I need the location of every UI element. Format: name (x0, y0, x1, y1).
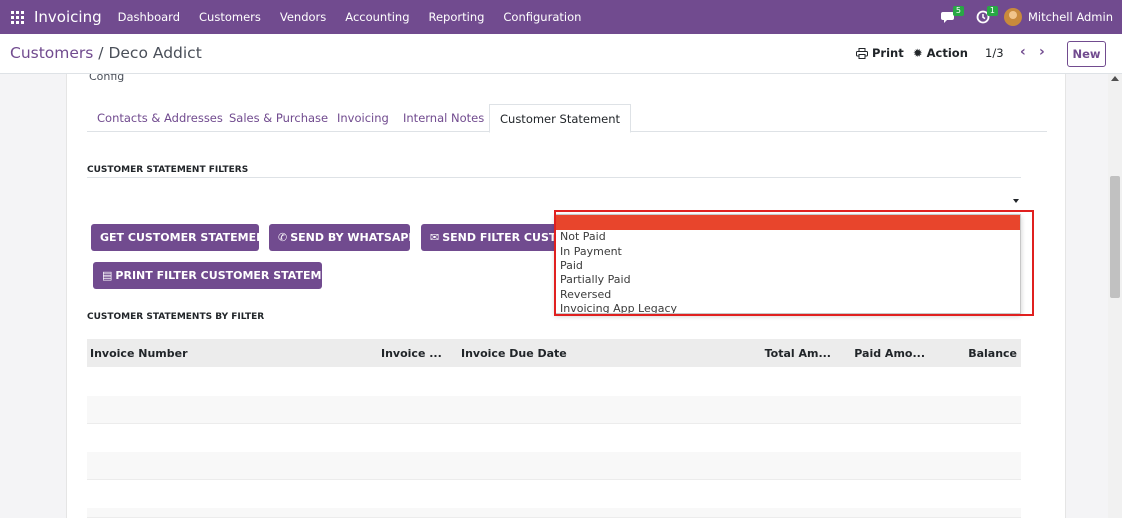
statement-table-header: Invoice Number Invoice ... Invoice Due D… (87, 339, 1021, 367)
send-filter-statement-label: SEND FILTER CUSTOMER STATEMENT (442, 231, 561, 244)
scroll-up-arrow-icon[interactable] (1111, 76, 1119, 81)
send-by-whatsapp-button[interactable]: ✆ SEND BY WHATSAPP (269, 224, 410, 251)
filter-select-caret-icon[interactable] (1013, 199, 1019, 203)
action-label: Action (926, 46, 968, 60)
tab-contacts-addresses[interactable]: Contacts & Addresses (87, 104, 233, 132)
column-invoice-date[interactable]: Invoice ... (381, 339, 442, 367)
whatsapp-icon: ✆ (278, 231, 288, 244)
page-scrollbar[interactable] (1108, 74, 1122, 518)
filters-section-title: CUSTOMER STATEMENT FILTERS (87, 165, 249, 175)
file-pdf-icon: ▤ (102, 269, 113, 282)
table-row (87, 396, 1021, 424)
pager-value[interactable]: 1/3 (985, 46, 1004, 60)
activities-button[interactable]: 1 (970, 0, 998, 34)
messages-count-badge: 5 (952, 6, 964, 16)
print-filter-statement-button[interactable]: ▤ PRINT FILTER CUSTOMER STATEMENT (93, 262, 322, 289)
send-by-whatsapp-label: SEND BY WHATSAPP (290, 231, 410, 244)
messages-button[interactable]: 5 (936, 0, 964, 34)
menu-dashboard[interactable]: Dashboard (118, 10, 180, 24)
action-button[interactable]: ✹ Action (913, 46, 968, 60)
tab-internal-notes[interactable]: Internal Notes (393, 104, 494, 132)
by-filter-section-title: CUSTOMER STATEMENTS BY FILTER (87, 312, 265, 322)
column-total-amount[interactable]: Total Am... (749, 339, 831, 367)
config-text: Config (89, 74, 125, 83)
print-button[interactable]: Print (856, 46, 904, 60)
column-invoice-number[interactable]: Invoice Number (90, 339, 188, 367)
notebook-tabs: Contacts & Addresses Sales & Purchase In… (87, 104, 1047, 133)
app-brand[interactable]: Invoicing (34, 8, 102, 26)
table-row (87, 508, 1021, 518)
user-avatar[interactable] (1003, 8, 1022, 26)
menu-reporting[interactable]: Reporting (429, 10, 485, 24)
activities-count-badge: 1 (986, 6, 998, 16)
user-name[interactable]: Mitchell Admin (1028, 10, 1113, 24)
menu-accounting[interactable]: Accounting (345, 10, 409, 24)
menu-configuration[interactable]: Configuration (503, 10, 581, 24)
control-panel: Customers / Deco Addict Print ✹ Action 1… (0, 34, 1122, 74)
breadcrumb: Customers / Deco Addict (10, 44, 202, 62)
pager-next-icon[interactable]: › (1039, 44, 1045, 60)
column-balance[interactable]: Balance (937, 339, 1017, 367)
menu-customers[interactable]: Customers (199, 10, 261, 24)
breadcrumb-customers[interactable]: Customers (10, 44, 93, 62)
column-paid-amount[interactable]: Paid Amo... (847, 339, 925, 367)
scrollbar-thumb[interactable] (1110, 176, 1120, 298)
top-navbar: Invoicing Dashboard Customers Vendors Ac… (0, 0, 1122, 34)
send-filter-statement-button[interactable]: ✉ SEND FILTER CUSTOMER STATEMENT (421, 224, 561, 251)
highlight-frame (554, 210, 1034, 316)
gear-icon: ✹ (913, 46, 923, 60)
column-invoice-due-date[interactable]: Invoice Due Date (461, 339, 567, 367)
tab-invoicing[interactable]: Invoicing (327, 104, 399, 132)
printer-icon (856, 47, 868, 59)
print-label: Print (872, 46, 904, 60)
breadcrumb-separator: / (93, 44, 109, 62)
filters-divider (87, 177, 1021, 178)
table-row (87, 452, 1021, 480)
print-filter-statement-label: PRINT FILTER CUSTOMER STATEMENT (115, 269, 322, 282)
breadcrumb-current: Deco Addict (108, 44, 202, 62)
new-button[interactable]: New (1067, 41, 1106, 67)
apps-menu-icon[interactable] (0, 0, 34, 34)
tab-customer-statement[interactable]: Customer Statement (489, 104, 632, 133)
menu-vendors[interactable]: Vendors (280, 10, 326, 24)
pager-previous-icon[interactable]: ‹ (1020, 44, 1026, 60)
get-customer-statement-button[interactable]: GET CUSTOMER STATEMENT (91, 224, 259, 251)
envelope-icon: ✉ (430, 231, 440, 244)
get-customer-statement-label: GET CUSTOMER STATEMENT (100, 231, 259, 244)
tab-sales-purchase[interactable]: Sales & Purchase (219, 104, 338, 132)
